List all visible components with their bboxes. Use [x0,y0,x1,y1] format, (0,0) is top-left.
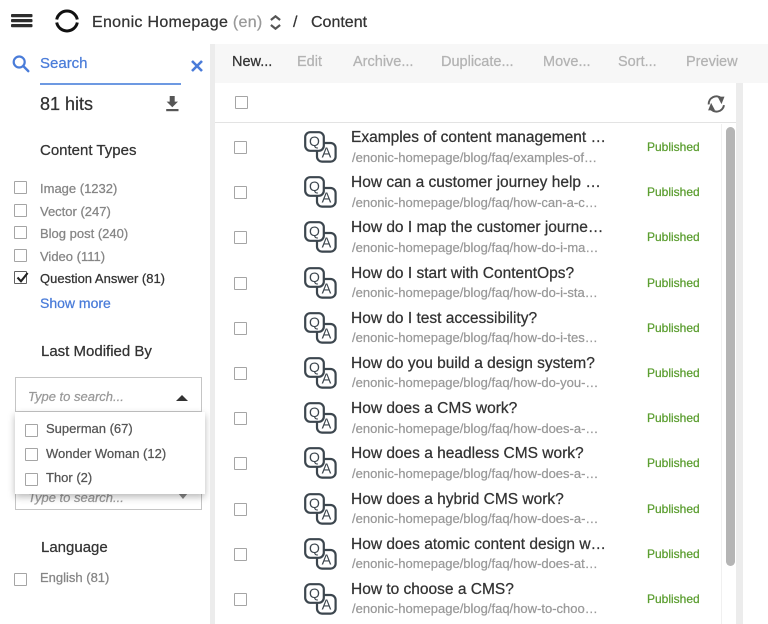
svg-text:Q: Q [309,495,320,511]
svg-text:Q: Q [309,133,320,149]
svg-text:Q: Q [309,540,320,556]
svg-text:Q: Q [309,223,320,239]
svg-text:Q: Q [309,178,320,194]
svg-text:Q: Q [309,585,320,601]
svg-text:Q: Q [309,449,320,465]
svg-text:Q: Q [309,404,320,420]
svg-text:Q: Q [309,359,320,375]
svg-text:Q: Q [309,314,320,330]
svg-text:Q: Q [309,269,320,285]
